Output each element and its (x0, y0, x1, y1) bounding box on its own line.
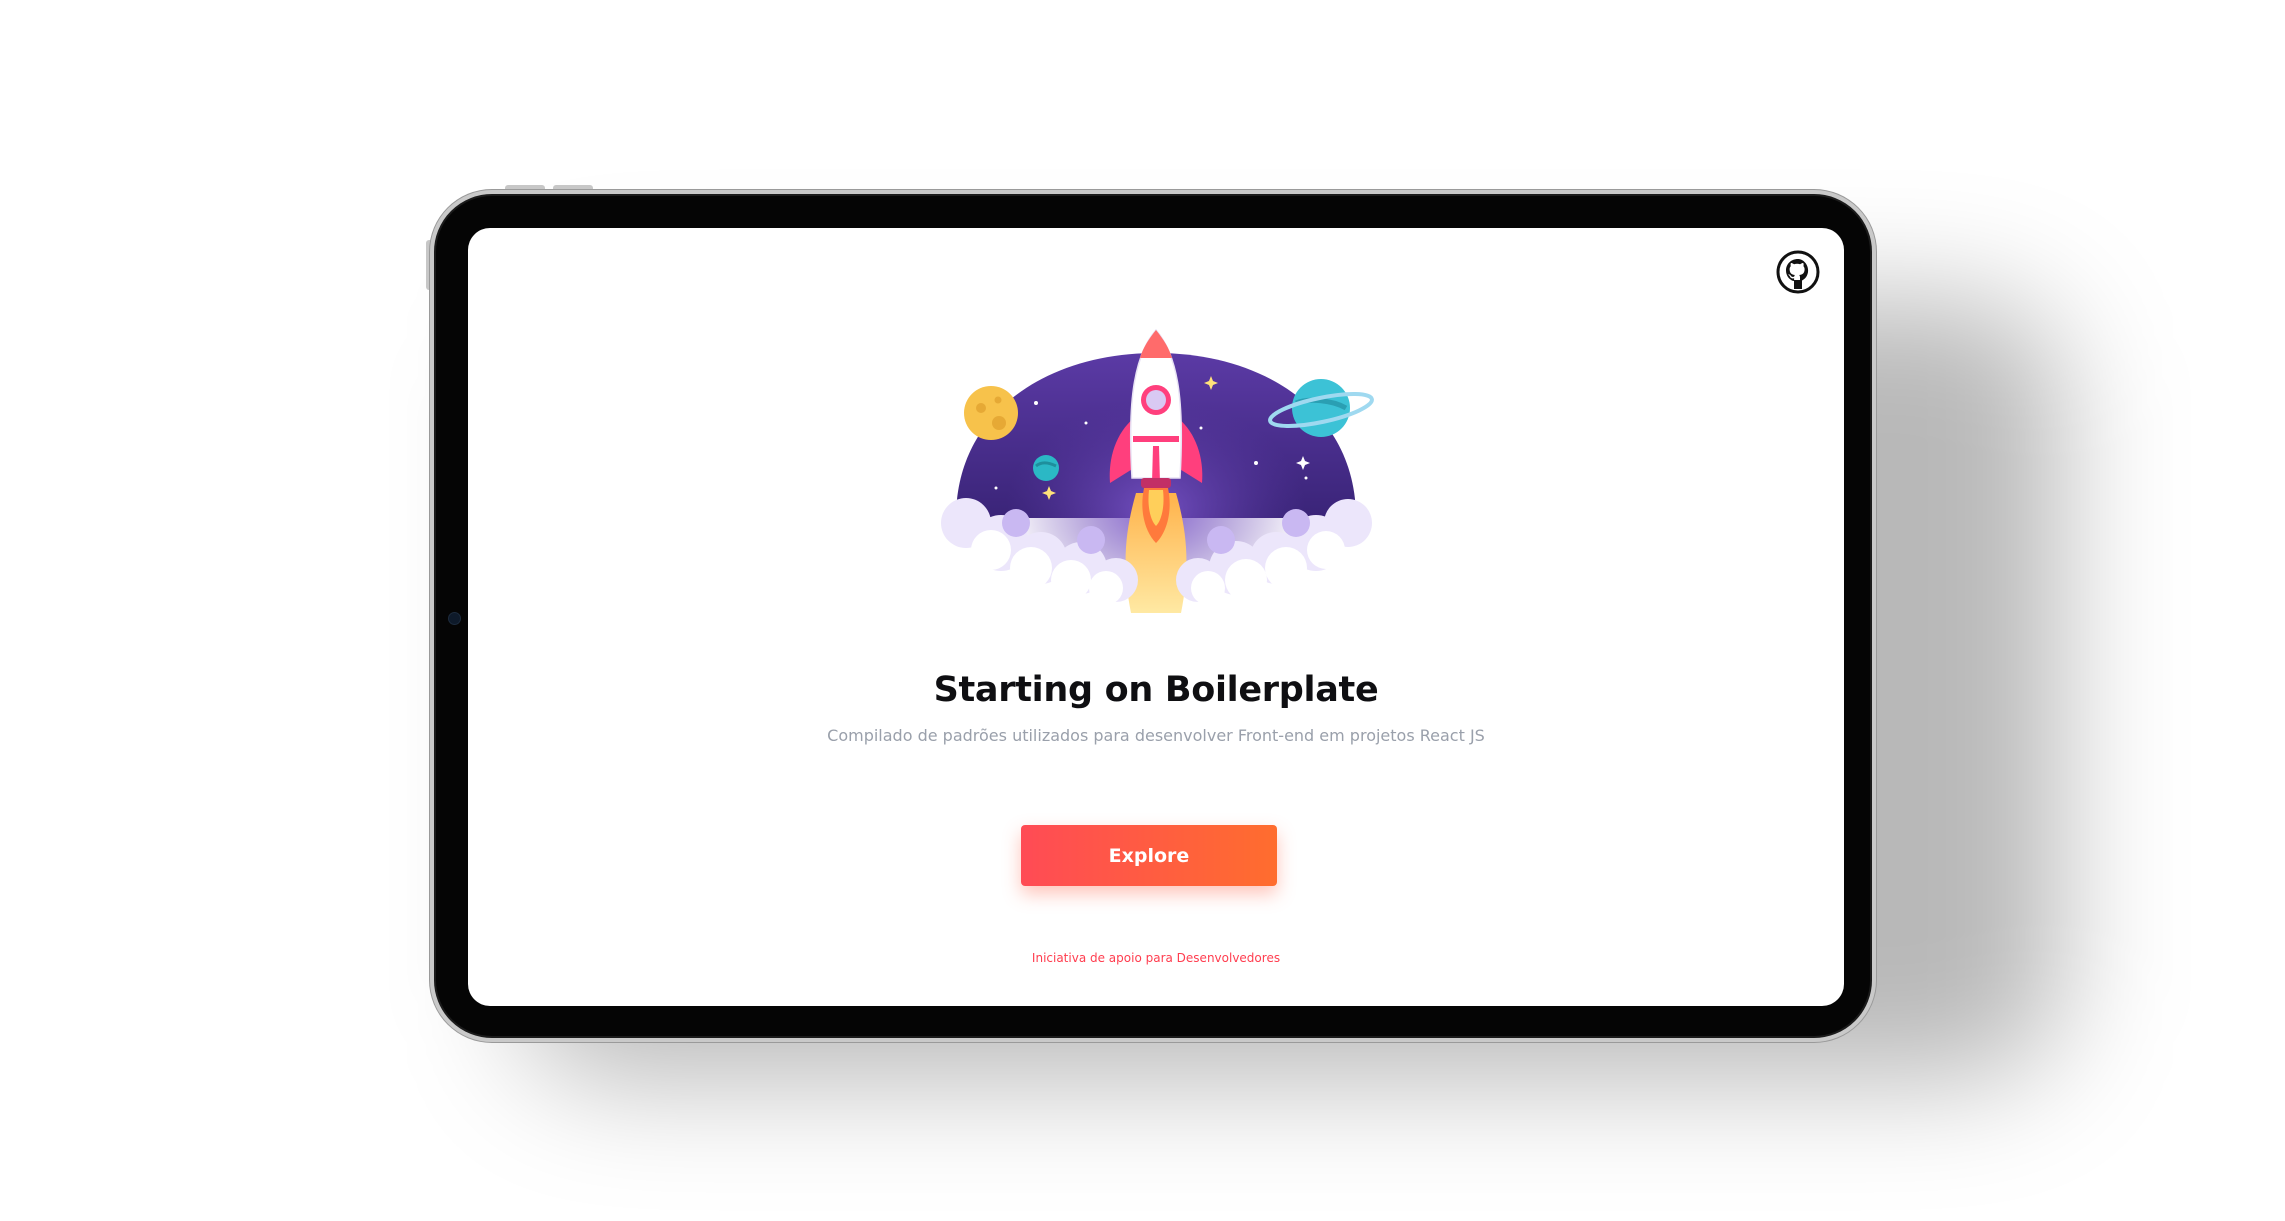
volume-button-top (505, 185, 545, 189)
volume-button-top-2 (553, 185, 593, 189)
footer-text: Iniciativa de apoio para Desenvolvedores (1031, 951, 1281, 965)
front-camera (448, 612, 461, 625)
explore-button[interactable]: Explore (1021, 825, 1277, 886)
github-icon[interactable] (1776, 250, 1820, 294)
page-title: Starting on Boilerplate (933, 670, 1379, 710)
tablet-screen: Starting on Boilerplate Compilado de pad… (468, 228, 1844, 1006)
page-subtitle: Compilado de padrões utilizados para des… (827, 726, 1485, 745)
stage: Starting on Boilerplate Compilado de pad… (0, 0, 2285, 1221)
rocket-launch-illustration (936, 318, 1376, 618)
